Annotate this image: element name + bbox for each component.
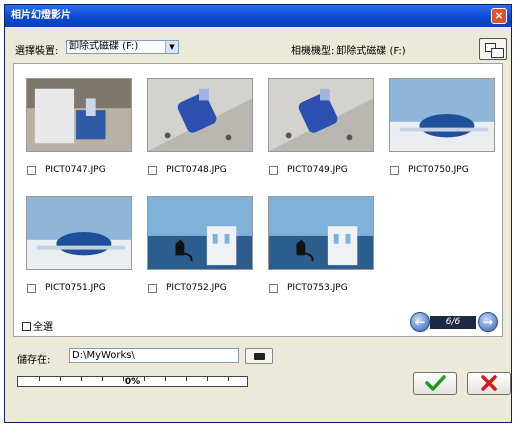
progress-tick	[60, 377, 61, 381]
progress-tick	[81, 377, 82, 381]
photo-checkbox[interactable]	[27, 284, 36, 293]
save-location-label: 儲存在:	[17, 355, 51, 366]
photo-checkbox[interactable]	[27, 166, 36, 175]
arrow-right-icon: →	[482, 315, 494, 329]
photo-thumbnail[interactable]	[268, 78, 374, 152]
window-title: 相片幻燈影片	[11, 10, 71, 21]
window-footer	[5, 403, 511, 422]
view-toggle-button[interactable]	[479, 38, 507, 60]
photo-thumbnail[interactable]	[26, 196, 132, 270]
photo-grid-panel: PICT0747.JPG PICT0748.JPG PICT0749.JPG PICT…	[13, 63, 503, 337]
title-bar[interactable]: 相片幻燈影片 ×	[5, 5, 511, 27]
photo-checkbox[interactable]	[148, 284, 157, 293]
progress-tick	[39, 377, 40, 381]
progress-bar: 0%	[17, 376, 248, 387]
checkmark-icon	[425, 375, 446, 391]
photo-filename: PICT0748.JPG	[166, 165, 227, 175]
chevron-down-icon[interactable]: ▼	[165, 41, 178, 53]
photo-thumbnail[interactable]	[147, 196, 253, 270]
prev-page-button[interactable]: ←	[410, 312, 430, 332]
next-page-button[interactable]: →	[478, 312, 498, 332]
photo-checkbox[interactable]	[269, 284, 278, 293]
progress-tick	[186, 377, 187, 381]
select-all-label: 全選	[33, 322, 53, 333]
device-select[interactable]: 卸除式磁碟 (F:) ▼	[66, 40, 179, 54]
progress-tick	[228, 377, 229, 381]
arrow-left-icon: ←	[414, 315, 426, 329]
photo-filename: PICT0751.JPG	[45, 283, 106, 293]
confirm-button[interactable]	[413, 372, 457, 395]
photo-thumbnail[interactable]	[389, 78, 495, 152]
cancel-button[interactable]	[467, 372, 511, 395]
close-button[interactable]: ×	[491, 8, 507, 24]
photo-checkbox[interactable]	[390, 166, 399, 175]
device-label: 選擇裝置:	[15, 46, 59, 57]
browse-folder-button[interactable]	[245, 348, 273, 364]
progress-tick	[207, 377, 208, 381]
save-path-input[interactable]: D:\MyWorks\	[69, 348, 239, 363]
window-layout-icon-secondary	[491, 48, 504, 58]
photo-checkbox[interactable]	[269, 166, 278, 175]
page-indicator: 6/6	[430, 316, 476, 329]
select-all-checkbox[interactable]: 全選	[22, 318, 53, 333]
photo-slideshow-window: 相片幻燈影片 × 選擇裝置: 卸除式磁碟 (F:) ▼ 相機機型: 卸除式磁碟 (…	[4, 4, 512, 423]
close-x-icon	[481, 375, 497, 391]
checkbox-box[interactable]	[22, 322, 31, 331]
progress-tick	[123, 377, 124, 381]
photo-checkbox[interactable]	[148, 166, 157, 175]
device-select-value: 卸除式磁碟 (F:)	[69, 41, 139, 52]
progress-tick	[144, 377, 145, 381]
photo-thumbnail[interactable]	[26, 78, 132, 152]
photo-filename: PICT0749.JPG	[287, 165, 348, 175]
camera-model-label: 相機機型:	[291, 46, 335, 57]
progress-tick	[165, 377, 166, 381]
photo-filename: PICT0753.JPG	[287, 283, 348, 293]
progress-percent: 0%	[124, 377, 141, 387]
photo-thumbnail[interactable]	[268, 196, 374, 270]
folder-icon	[254, 353, 265, 360]
pager: ← 6/6 →	[410, 310, 500, 334]
progress-tick	[102, 377, 103, 381]
photo-filename: PICT0750.JPG	[408, 165, 469, 175]
photo-filename: PICT0747.JPG	[45, 165, 106, 175]
photo-filename: PICT0752.JPG	[166, 283, 227, 293]
camera-model: 相機機型: 卸除式磁碟 (F:)	[291, 42, 406, 57]
camera-model-value: 卸除式磁碟 (F:)	[336, 46, 406, 57]
photo-thumbnail[interactable]	[147, 78, 253, 152]
